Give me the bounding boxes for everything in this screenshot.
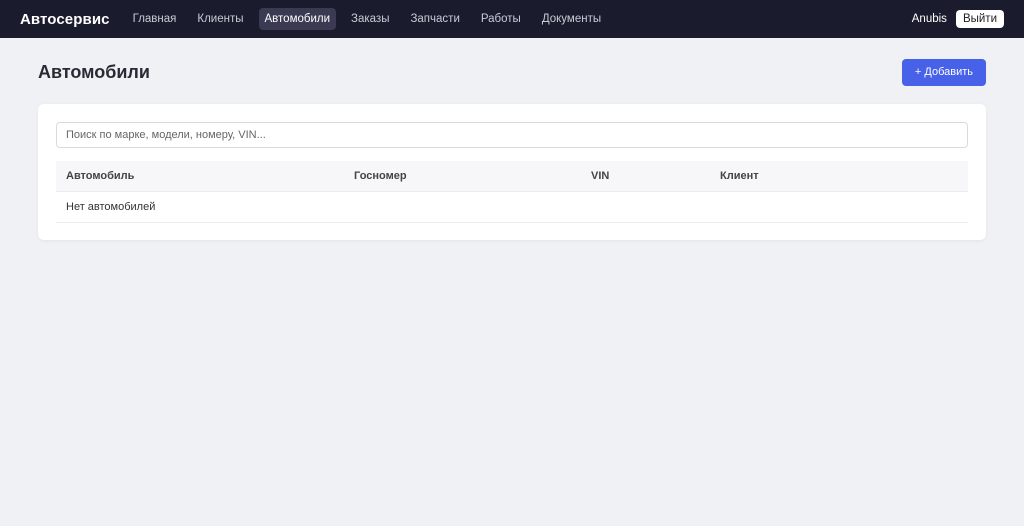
empty-row: Нет автомобилей [56, 191, 968, 223]
table-header-row: Автомобиль Госномер VIN Клиент [56, 161, 968, 192]
nav-item-orders[interactable]: Заказы [345, 8, 395, 30]
logout-button[interactable]: Выйти [955, 10, 1004, 28]
username: Anubis [911, 13, 947, 25]
nav-item-cars[interactable]: Автомобили [258, 8, 337, 30]
nav-item-works[interactable]: Работы [475, 8, 527, 30]
cars-table: Автомобиль Госномер VIN Клиент Нет автом… [56, 161, 968, 223]
main-content: Автомобили + Добавить Автомобиль Госноме… [0, 38, 1024, 240]
top-navbar: Автосервис Главная Клиенты Автомобили За… [0, 0, 1024, 38]
page-title: Автомобили [38, 61, 150, 82]
column-header-client[interactable]: Клиент [710, 161, 968, 192]
main-nav: Главная Клиенты Автомобили Заказы Запчас… [127, 8, 617, 30]
column-header-plate[interactable]: Госномер [344, 161, 581, 192]
column-header-vin[interactable]: VIN [581, 161, 710, 192]
empty-message: Нет автомобилей [56, 191, 968, 223]
user-area: Anubis Выйти [912, 10, 1004, 28]
add-car-button[interactable]: + Добавить [901, 58, 986, 86]
nav-item-clients[interactable]: Клиенты [191, 8, 249, 30]
search-input[interactable] [56, 122, 968, 148]
cars-card: Автомобиль Госномер VIN Клиент Нет автом… [38, 104, 986, 240]
brand-logo[interactable]: Автосервис [20, 11, 110, 28]
nav-item-parts[interactable]: Запчасти [404, 8, 465, 30]
page-header: Автомобили + Добавить [38, 38, 986, 104]
nav-item-documents[interactable]: Документы [536, 8, 607, 30]
column-header-car[interactable]: Автомобиль [56, 161, 344, 192]
nav-item-home[interactable]: Главная [127, 8, 183, 30]
